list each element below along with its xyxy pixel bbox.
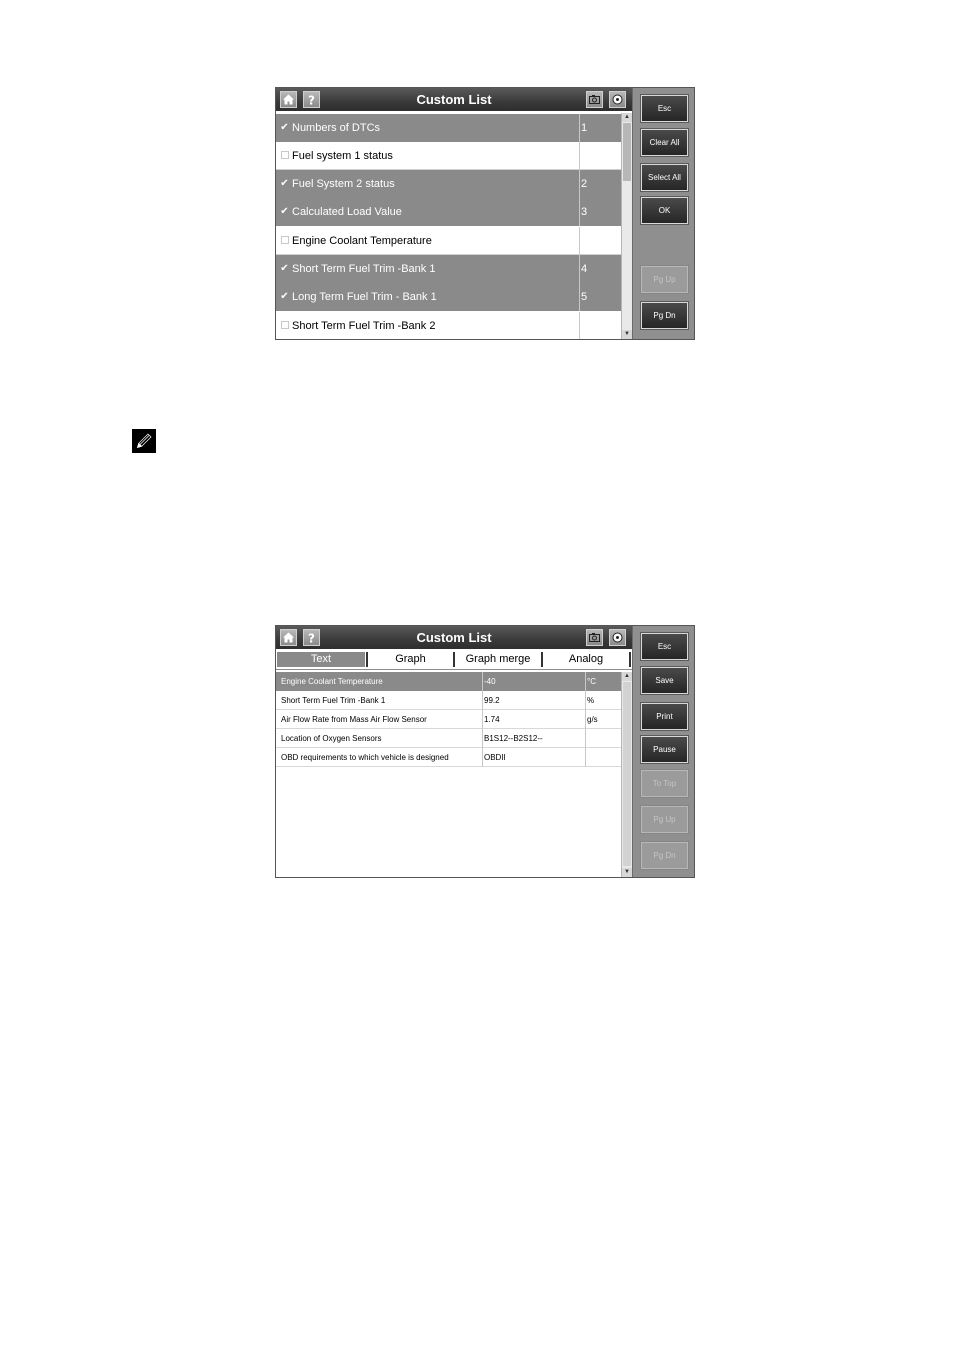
record-icon <box>612 632 623 643</box>
svg-text:?: ? <box>308 94 315 107</box>
record-icon <box>612 94 623 105</box>
page-up-button[interactable]: Pg Up <box>640 805 689 834</box>
list-item[interactable]: ✔ Short Term Fuel Trim -Bank 1 4 <box>276 255 621 283</box>
checkbox-icon[interactable] <box>279 312 290 339</box>
home-button[interactable] <box>280 91 297 108</box>
custom-list-select-screen: Custom List ? ✔ Numbers of DTCs 1 Fuel s… <box>275 87 695 340</box>
page-down-button[interactable]: Pg Dn <box>640 841 689 870</box>
list-item[interactable]: ✔ Calculated Load Value 3 <box>276 198 621 226</box>
scroll-down-arrow-icon[interactable]: ▼ <box>622 330 632 339</box>
help-button[interactable]: ? <box>303 629 320 646</box>
select-all-button[interactable]: Select All <box>640 163 689 192</box>
table-row[interactable]: Location of Oxygen Sensors B1S12--B2S12-… <box>276 729 621 748</box>
view-tabs: Text Graph Graph merge Analog <box>276 650 632 670</box>
home-button[interactable] <box>280 629 297 646</box>
svg-text:?: ? <box>308 632 315 645</box>
title-bar: Custom List ? <box>276 626 632 649</box>
home-icon <box>283 94 294 105</box>
checkmark-icon: ✔ <box>280 178 289 189</box>
ok-button[interactable]: OK <box>640 196 689 225</box>
table-row[interactable]: OBD requirements to which vehicle is des… <box>276 748 621 767</box>
checkbox-icon[interactable] <box>279 142 290 170</box>
list-item[interactable]: Fuel system 1 status <box>276 142 621 170</box>
tab-graph[interactable]: Graph <box>366 652 453 667</box>
pause-button[interactable]: Pause <box>640 735 689 764</box>
list-item[interactable]: Short Term Fuel Trim -Bank 2 <box>276 312 621 339</box>
scroll-up-arrow-icon[interactable]: ▲ <box>622 672 632 681</box>
checkmark-icon: ✔ <box>280 263 289 274</box>
list-item[interactable]: ✔ Numbers of DTCs 1 <box>276 114 621 142</box>
record-button[interactable] <box>609 629 626 646</box>
table-row[interactable]: Air Flow Rate from Mass Air Flow Sensor … <box>276 710 621 729</box>
pencil-note-icon <box>132 429 156 453</box>
camera-button[interactable] <box>586 91 603 108</box>
checkmark-icon: ✔ <box>280 206 289 217</box>
table-row[interactable]: Engine Coolant Temperature -40 °C <box>276 672 621 691</box>
clear-all-button[interactable]: Clear All <box>640 128 689 157</box>
screen-title: Custom List <box>416 92 492 107</box>
help-icon: ? <box>308 632 315 645</box>
print-button[interactable]: Print <box>640 702 689 731</box>
page-down-button[interactable]: Pg Dn <box>640 301 689 330</box>
list-item[interactable]: Engine Coolant Temperature <box>276 227 621 255</box>
list-item[interactable]: ✔ Fuel System 2 status 2 <box>276 170 621 198</box>
tab-analog[interactable]: Analog <box>541 652 631 667</box>
list-item[interactable]: ✔ Long Term Fuel Trim - Bank 1 5 <box>276 283 621 311</box>
camera-button[interactable] <box>586 629 603 646</box>
checkmark-icon: ✔ <box>280 291 289 302</box>
side-button-panel: Esc Clear All Select All OK Pg Up Pg Dn <box>632 88 694 339</box>
table-scrollbar[interactable]: ▲ ▼ <box>621 672 632 877</box>
side-button-panel: Esc Save Print Pause To Top Pg Up Pg Dn <box>632 626 694 877</box>
save-button[interactable]: Save <box>640 666 689 695</box>
tab-text[interactable]: Text <box>277 652 365 667</box>
custom-list-data-screen: Custom List ? Text Graph Graph merge Ana… <box>275 625 695 878</box>
list-scrollbar[interactable]: ▲ ▼ <box>621 113 632 339</box>
record-button[interactable] <box>609 91 626 108</box>
help-button[interactable]: ? <box>303 91 320 108</box>
home-icon <box>283 632 294 643</box>
camera-icon <box>589 633 600 642</box>
checkbox-icon[interactable] <box>279 227 290 255</box>
title-bar: Custom List ? <box>276 88 632 111</box>
esc-button[interactable]: Esc <box>640 632 689 661</box>
parameter-list: ✔ Numbers of DTCs 1 Fuel system 1 status… <box>276 113 621 339</box>
esc-button[interactable]: Esc <box>640 94 689 123</box>
scroll-up-arrow-icon[interactable]: ▲ <box>622 113 632 122</box>
scroll-down-arrow-icon[interactable]: ▼ <box>622 868 632 877</box>
tab-graph-merge[interactable]: Graph merge <box>453 652 541 667</box>
screen-title: Custom List <box>416 630 492 645</box>
to-top-button[interactable]: To Top <box>640 769 689 798</box>
scrollbar-thumb[interactable] <box>623 682 631 866</box>
scrollbar-thumb[interactable] <box>623 123 631 181</box>
table-row[interactable]: Short Term Fuel Trim -Bank 1 99.2 % <box>276 691 621 710</box>
checkmark-icon: ✔ <box>280 122 289 133</box>
page-up-button[interactable]: Pg Up <box>640 265 689 294</box>
help-icon: ? <box>308 94 315 107</box>
camera-icon <box>589 95 600 104</box>
